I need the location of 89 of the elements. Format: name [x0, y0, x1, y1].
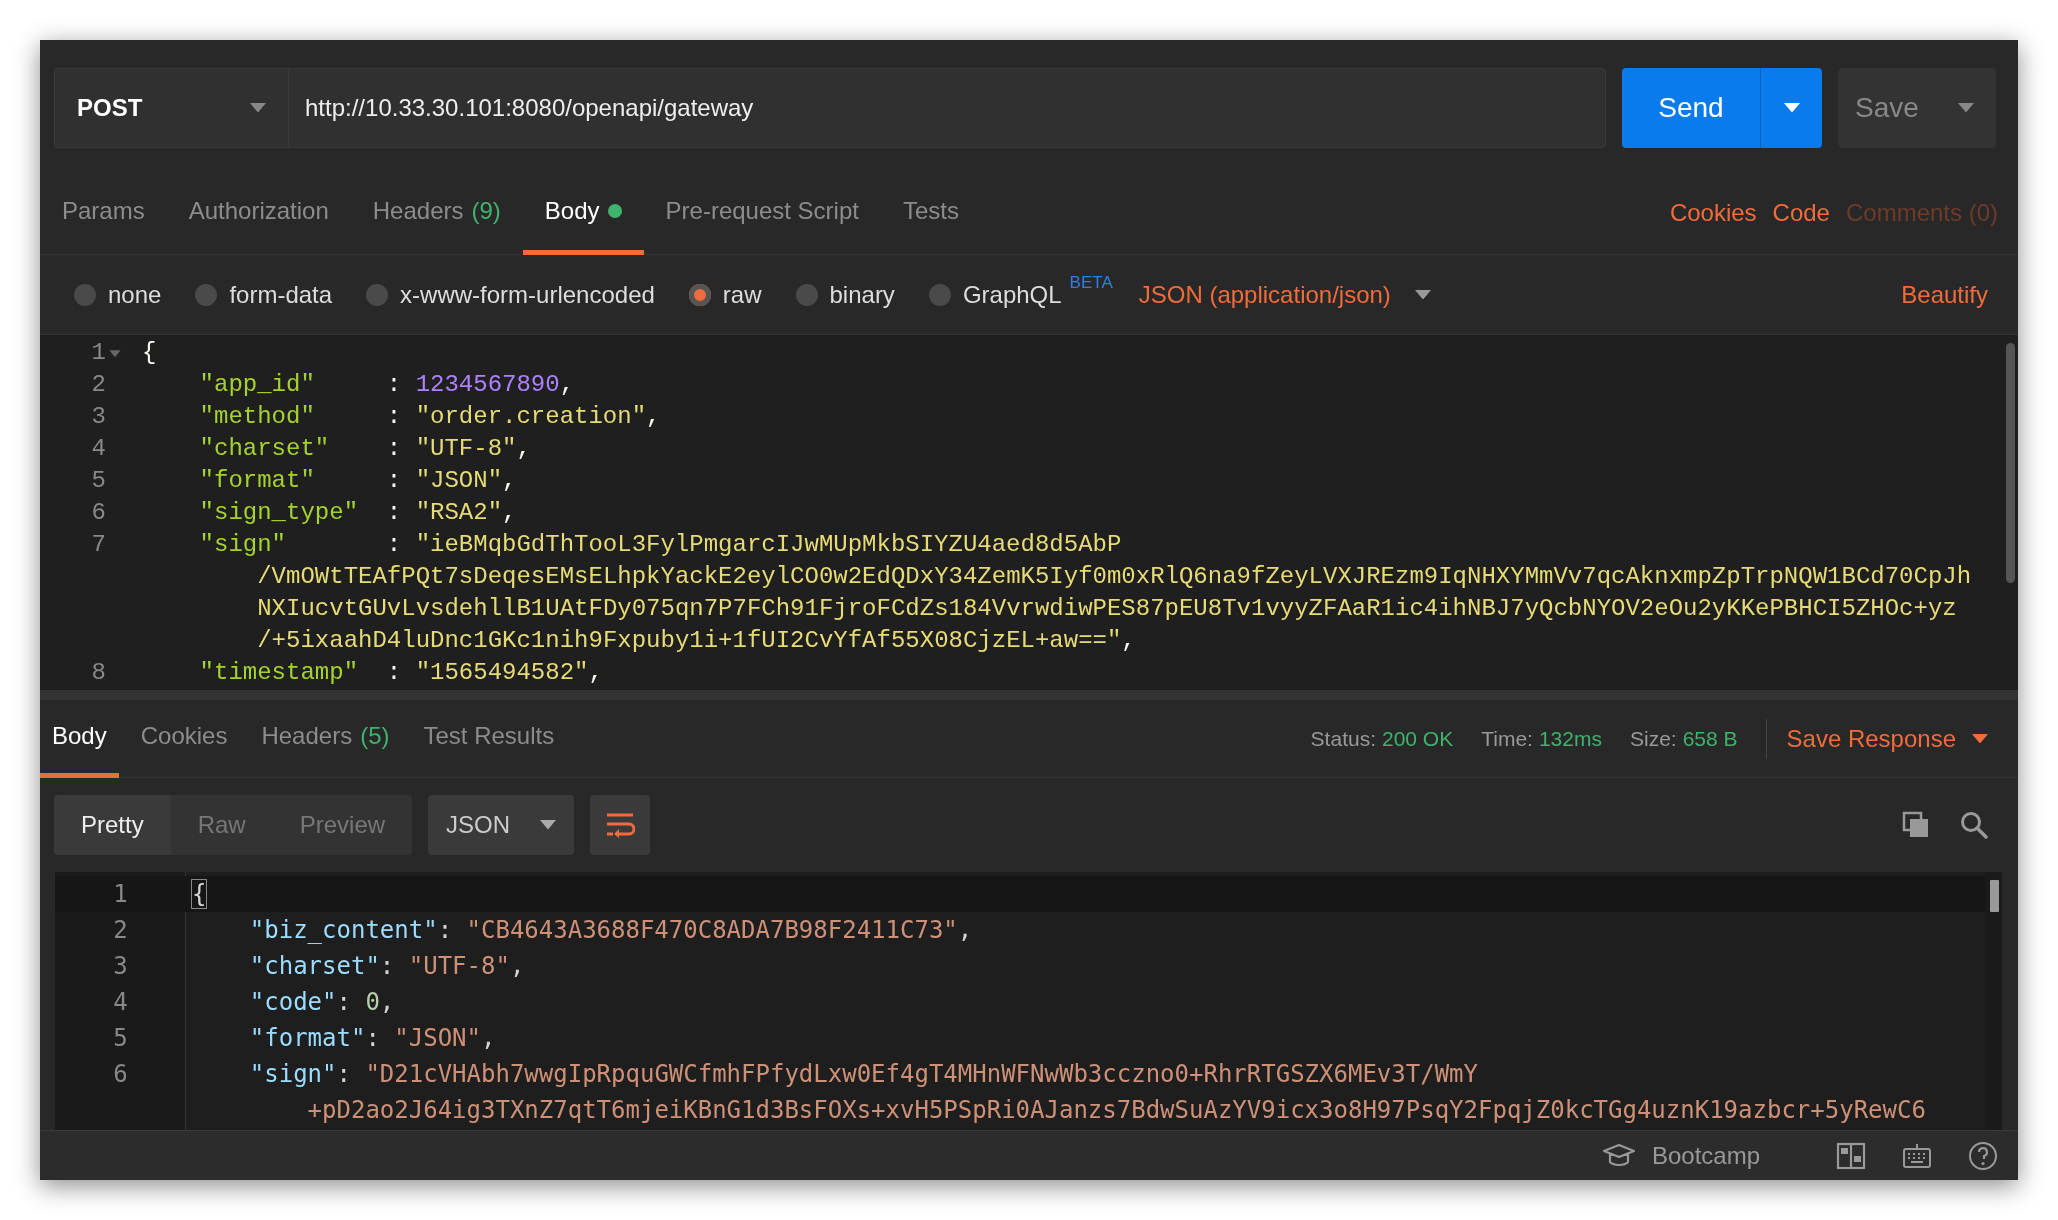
- radio-label[interactable]: form-data: [229, 276, 333, 313]
- tab[interactable]: Body: [40, 699, 119, 778]
- copy-icon[interactable]: [1902, 811, 1930, 839]
- caret-icon: [1414, 289, 1431, 300]
- beta-label: BETA: [1069, 271, 1113, 294]
- line-number: 5: [113, 1023, 128, 1054]
- code-line: {: [141, 338, 157, 368]
- code-line: "format" : "JSON",: [198, 466, 517, 496]
- code-line: "sign" : "ieBMqbGdThTooL3FylPmgarcIJwMUpMkbSIYZU4aed8d5AbP: [198, 530, 1122, 560]
- radio-button[interactable]: [688, 283, 711, 306]
- code-line: /VmOWtTEAfPQt7sDeqesEMsELhpkYackE2eylCO0w2EdQDxY34ZemK5Iyf0m0xRlQ6na9fZeyLVXJREzm9IqNHXYMmVv7qcAknxmpZpTrpNQW1BCd70CpJh: [256, 562, 1972, 592]
- radio-button[interactable]: [795, 283, 818, 306]
- line-number: 8: [91, 658, 106, 688]
- status-text: Status: 200 OK: [1310, 725, 1454, 752]
- caret-icon: [1783, 103, 1800, 113]
- view-tab[interactable]: Pretty: [54, 795, 171, 855]
- status-text: Time: 132ms: [1481, 725, 1602, 752]
- code-line: "charset" : "UTF-8",: [198, 434, 531, 464]
- code-line: "sign_type" : "RSA2",: [198, 498, 517, 528]
- line-number: 3: [91, 402, 106, 432]
- code-editor[interactable]: [55, 872, 1986, 1130]
- link[interactable]: Code: [1772, 195, 1830, 231]
- line-number: 4: [113, 987, 128, 1018]
- code-line: "app_id" : 1234567890,: [198, 370, 575, 400]
- help-icon[interactable]: [1968, 1140, 1998, 1171]
- code-line: "format": "JSON",: [248, 1023, 497, 1054]
- scrollbar-thumb[interactable]: [1990, 880, 1999, 912]
- tab[interactable]: Cookies: [128, 699, 240, 778]
- code-line: NXIucvtGUvLvsdehllB1UAtFDy075qn7P7FCh91FjroFCdZs184VvrwdiwPES87pEU8Tv1vyyZFAaR1ic4ihNBJ7yQcbNYOV2eOu2yKKePBHCI5ZHOc+yz: [256, 594, 1957, 624]
- graduation-cap-icon[interactable]: [1601, 1142, 1636, 1169]
- line-number: 7: [91, 530, 106, 560]
- caret-icon: [1958, 103, 1974, 113]
- radio-button[interactable]: [74, 283, 96, 306]
- save-response-button[interactable]: Save Response: [1786, 720, 1988, 757]
- line-number: 3: [113, 951, 128, 982]
- tab[interactable]: Headers (9): [350, 171, 523, 255]
- tab[interactable]: Pre-request Script: [643, 171, 881, 255]
- line-number: 4: [91, 434, 106, 464]
- wrap-button[interactable]: [590, 795, 651, 855]
- search-icon[interactable]: [1960, 811, 1988, 839]
- bootcamp-link[interactable]: Bootcamp: [1651, 1137, 1760, 1174]
- tab[interactable]: Tests: [880, 171, 981, 255]
- code-line: "code": 0,: [248, 987, 396, 1018]
- code-line: /+5ixaahD4luDnc1GKc1nih9Fxpuby1i+1fUI2CvYfAf55X08CjzEL+aw==",: [256, 626, 1136, 656]
- radio-label[interactable]: raw: [722, 276, 762, 313]
- tab[interactable]: Body: [522, 171, 644, 255]
- status-text: Size: 658 B: [1629, 725, 1738, 752]
- caret-icon: [540, 820, 557, 830]
- line-number: 6: [113, 1059, 128, 1090]
- code-line: "charset": "UTF-8",: [248, 951, 526, 982]
- code-line: "sign": "D21cVHAbh7wwgIpRpquGWCfmhFPfydLxw0Ef4gT4MHnWFNwWb3cczno0+RhrRTGSZX6MEv3T/WmY: [248, 1059, 1479, 1090]
- line-number: 5: [91, 466, 106, 496]
- caret-icon: [250, 103, 266, 113]
- radio-label[interactable]: none: [108, 276, 162, 313]
- keyboard-icon[interactable]: [1902, 1142, 1932, 1169]
- link[interactable]: Cookies: [1669, 195, 1757, 231]
- radio-label[interactable]: x-www-form-urlencoded: [400, 276, 655, 313]
- radio-button[interactable]: [366, 283, 389, 306]
- code-line: "method" : "order.creation",: [198, 402, 661, 432]
- beautify-link[interactable]: Beautify: [1901, 276, 1988, 313]
- wrap-lines-icon: [605, 812, 636, 838]
- line-number: 2: [91, 370, 106, 400]
- send-button[interactable]: Send: [1622, 68, 1760, 148]
- line-number: 1: [113, 879, 128, 910]
- line-number: 1: [91, 338, 106, 368]
- code-line: "timestamp" : "1565494582",: [198, 658, 603, 688]
- format-dropdown[interactable]: JSON: [428, 795, 575, 855]
- tab[interactable]: Authorization: [166, 171, 351, 255]
- radio-button[interactable]: [195, 283, 218, 306]
- view-tab[interactable]: Raw: [170, 795, 273, 855]
- save-button[interactable]: Save: [1838, 68, 1936, 148]
- tab[interactable]: Headers (5): [249, 699, 402, 778]
- line-number: 2: [113, 915, 128, 946]
- radio-button[interactable]: [928, 283, 951, 306]
- code-line: "biz_content": "CB4643A3688F470C8ADA7B98F2411C73",: [248, 915, 974, 946]
- content-type-dropdown[interactable]: JSON (application/json): [1138, 276, 1431, 313]
- tab[interactable]: Test Results: [411, 699, 567, 778]
- code-line: +pD2ao2J64ig3TXnZ7qtT6mjeiKBnG1d3BsFOXs+xvH5PSpRi0AJanzs7BdwSuAzYV9icx3o8H97PsqY2FpqjZ0kcTGg4uznK19azbcr+5yRewC6: [306, 1095, 1927, 1126]
- two-pane-icon[interactable]: [1836, 1141, 1866, 1170]
- line-number: 6: [91, 498, 106, 528]
- radio-label[interactable]: GraphQL: [962, 276, 1062, 313]
- url-field[interactable]: http://10.33.30.101:8080/openapi/gateway: [288, 68, 1606, 148]
- tab[interactable]: Params: [40, 171, 167, 255]
- view-tab[interactable]: Preview: [272, 795, 413, 855]
- scrollbar-thumb[interactable]: [2006, 343, 2015, 583]
- caret-icon: [1972, 733, 1988, 744]
- radio-label[interactable]: binary: [829, 276, 895, 313]
- code-line: {: [191, 879, 208, 910]
- method-dropdown[interactable]: POST: [54, 68, 288, 148]
